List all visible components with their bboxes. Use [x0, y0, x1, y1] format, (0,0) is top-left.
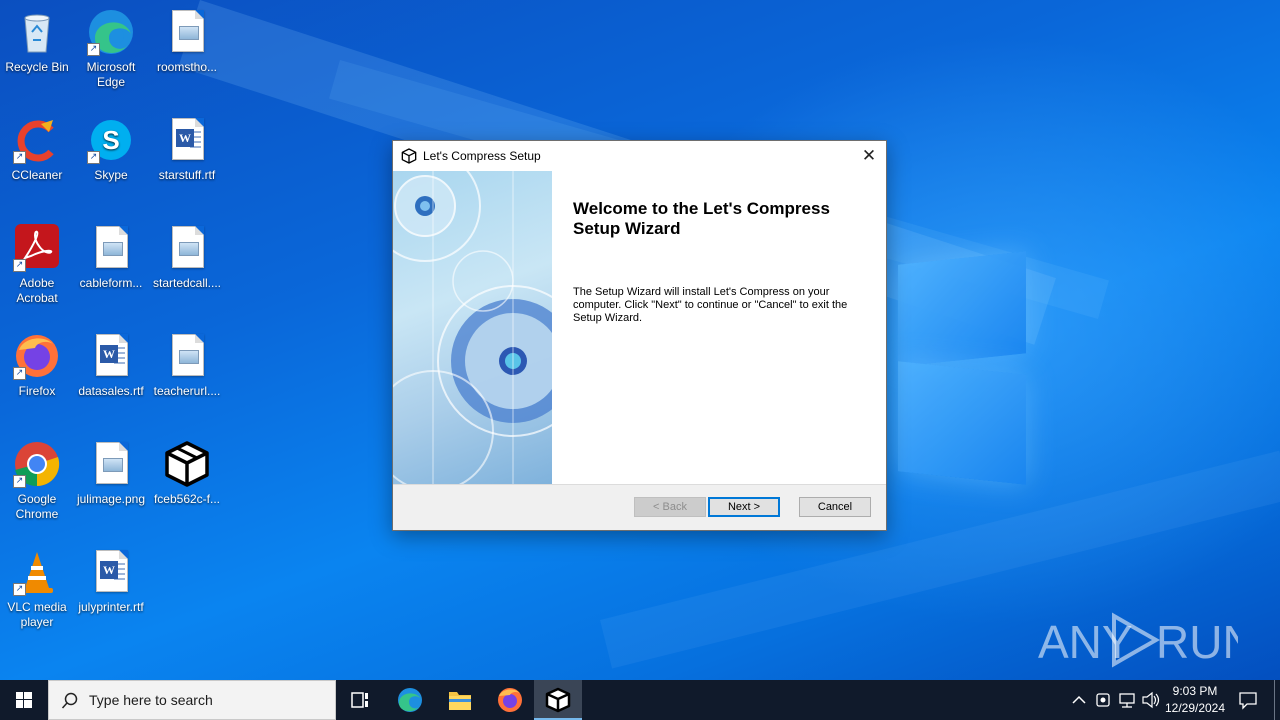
icon-label: VLC media player: [7, 600, 67, 629]
icon-label: julimage.png: [76, 492, 146, 506]
desktop-icon-roomstho[interactable]: roomstho...: [150, 8, 224, 75]
desktop-icon-julyprinter[interactable]: W julyprinter.rtf: [74, 548, 148, 615]
shortcut-arrow-icon: ↗: [13, 151, 26, 164]
start-button[interactable]: [0, 680, 48, 720]
edge-icon: ↗: [87, 8, 135, 56]
word-document-icon: W: [87, 332, 135, 380]
shortcut-arrow-icon: ↗: [87, 43, 100, 56]
desktop-icon-startedcall[interactable]: startedcall....: [150, 224, 224, 291]
next-button[interactable]: Next >: [708, 497, 780, 517]
edge-icon: [398, 688, 422, 712]
icon-label: julyprinter.rtf: [78, 600, 144, 614]
adobe-acrobat-icon: ↗: [13, 224, 61, 272]
desktop-icon-datasales[interactable]: W datasales.rtf: [74, 332, 148, 399]
desktop-icon-firefox[interactable]: ↗ Firefox: [0, 332, 74, 399]
ccleaner-icon: ↗: [13, 116, 61, 164]
dialog-title: Let's Compress Setup: [423, 149, 541, 163]
clock-time: 9:03 PM: [1172, 684, 1218, 698]
search-icon: [61, 692, 79, 710]
image-file-icon: [163, 8, 211, 56]
word-document-icon: W: [87, 548, 135, 596]
package-box-icon: [401, 148, 417, 164]
clock-date: 12/29/2024: [1164, 701, 1226, 715]
icon-label: teacherurl....: [153, 384, 221, 398]
icon-label: Google Chrome: [15, 492, 59, 521]
windows-start-icon: [16, 692, 32, 708]
svg-text:S: S: [102, 125, 119, 155]
image-file-icon: [163, 332, 211, 380]
icon-label: Recycle Bin: [5, 60, 69, 74]
back-button[interactable]: < Back: [634, 497, 706, 517]
firefox-icon: ↗: [13, 332, 61, 380]
package-box-icon: [163, 440, 211, 488]
taskbar-search-box[interactable]: Type here to search: [48, 680, 336, 720]
desktop-icon-julimage[interactable]: julimage.png: [74, 440, 148, 507]
icon-label: Skype: [94, 168, 128, 182]
desktop-icon-starstuff[interactable]: W starstuff.rtf: [150, 116, 224, 183]
icon-label: CCleaner: [11, 168, 63, 182]
shortcut-arrow-icon: ↗: [13, 367, 26, 380]
setup-wizard-dialog: Let's Compress Setup ✕ Welcome to the Le…: [392, 140, 887, 531]
wizard-banner-image: [393, 171, 552, 484]
desktop-icon-cableform[interactable]: cableform...: [74, 224, 148, 291]
package-box-icon: [545, 687, 571, 713]
icon-label: Firefox: [18, 384, 56, 398]
wizard-description: The Setup Wizard will install Let's Comp…: [573, 286, 848, 324]
cancel-button[interactable]: Cancel: [799, 497, 871, 517]
vlc-cone-icon: ↗: [13, 548, 61, 596]
desktop-icon-adobe-acrobat[interactable]: ↗ Adobe Acrobat: [0, 224, 74, 306]
shortcut-arrow-icon: ↗: [13, 475, 26, 488]
desktop-icon-recycle-bin[interactable]: Recycle Bin: [0, 8, 74, 75]
desktop-icon-ccleaner[interactable]: ↗ CCleaner: [0, 116, 74, 183]
icon-label: cableform...: [79, 276, 143, 290]
system-clock[interactable]: 9:03 PM 12/29/2024: [1158, 683, 1232, 717]
recycle-bin-icon: [13, 8, 61, 56]
task-view-button[interactable]: [336, 680, 384, 720]
dialog-titlebar[interactable]: Let's Compress Setup ✕: [393, 141, 886, 171]
folder-icon: [449, 692, 471, 710]
notifications-icon[interactable]: [1236, 680, 1260, 720]
windows-logo-wallpaper: [898, 240, 1030, 485]
dialog-content: Welcome to the Let's Compress Setup Wiza…: [393, 171, 886, 484]
task-view-icon: [351, 692, 368, 708]
network-icon[interactable]: [1116, 680, 1138, 720]
image-file-icon: [87, 224, 135, 272]
watermark-text-right: RUN: [1156, 616, 1238, 668]
show-hidden-icons-chevron-up-icon[interactable]: [1068, 680, 1090, 720]
desktop-icon-vlc[interactable]: ↗ VLC media player: [0, 548, 74, 630]
taskbar-setup-app[interactable]: [534, 680, 582, 720]
icon-label: datasales.rtf: [78, 384, 144, 398]
desktop-icon-fceb562c[interactable]: fceb562c-f...: [150, 440, 224, 507]
wizard-heading: Welcome to the Let's Compress Setup Wiza…: [573, 199, 830, 238]
shortcut-arrow-icon: ↗: [87, 151, 100, 164]
skype-icon: S ↗: [87, 116, 135, 164]
icon-label: Microsoft Edge: [86, 60, 136, 89]
taskbar: Type here to search 9:03 PM 12/29/2024: [0, 680, 1280, 720]
firefox-icon: [498, 688, 522, 712]
icon-label: fceb562c-f...: [153, 492, 221, 506]
search-placeholder: Type here to search: [89, 692, 213, 708]
taskbar-file-explorer[interactable]: [436, 680, 484, 720]
icon-label: starstuff.rtf: [158, 168, 216, 182]
desktop-icon-google-chrome[interactable]: ↗ Google Chrome: [0, 440, 74, 522]
icon-label: startedcall....: [152, 276, 222, 290]
shortcut-arrow-icon: ↗: [13, 259, 26, 272]
shortcut-arrow-icon: ↗: [13, 583, 26, 596]
image-file-icon: [163, 224, 211, 272]
chrome-icon: ↗: [13, 440, 61, 488]
anyrun-watermark: ANY RUN: [1038, 608, 1256, 672]
show-desktop-button[interactable]: [1274, 680, 1280, 720]
desktop-icon-microsoft-edge[interactable]: ↗ Microsoft Edge: [74, 8, 148, 90]
word-document-icon: W: [163, 116, 211, 164]
close-icon[interactable]: ✕: [852, 141, 886, 171]
icon-label: roomstho...: [156, 60, 218, 74]
desktop-icon-skype[interactable]: S ↗ Skype: [74, 116, 148, 183]
taskbar-edge[interactable]: [386, 680, 434, 720]
dialog-button-bar: < Back Next > Cancel: [393, 484, 886, 530]
taskbar-firefox[interactable]: [486, 680, 534, 720]
meet-now-icon[interactable]: [1092, 680, 1114, 720]
icon-label: Adobe Acrobat: [16, 276, 58, 305]
desktop-icon-teacherurl[interactable]: teacherurl....: [150, 332, 224, 399]
image-file-icon: [87, 440, 135, 488]
